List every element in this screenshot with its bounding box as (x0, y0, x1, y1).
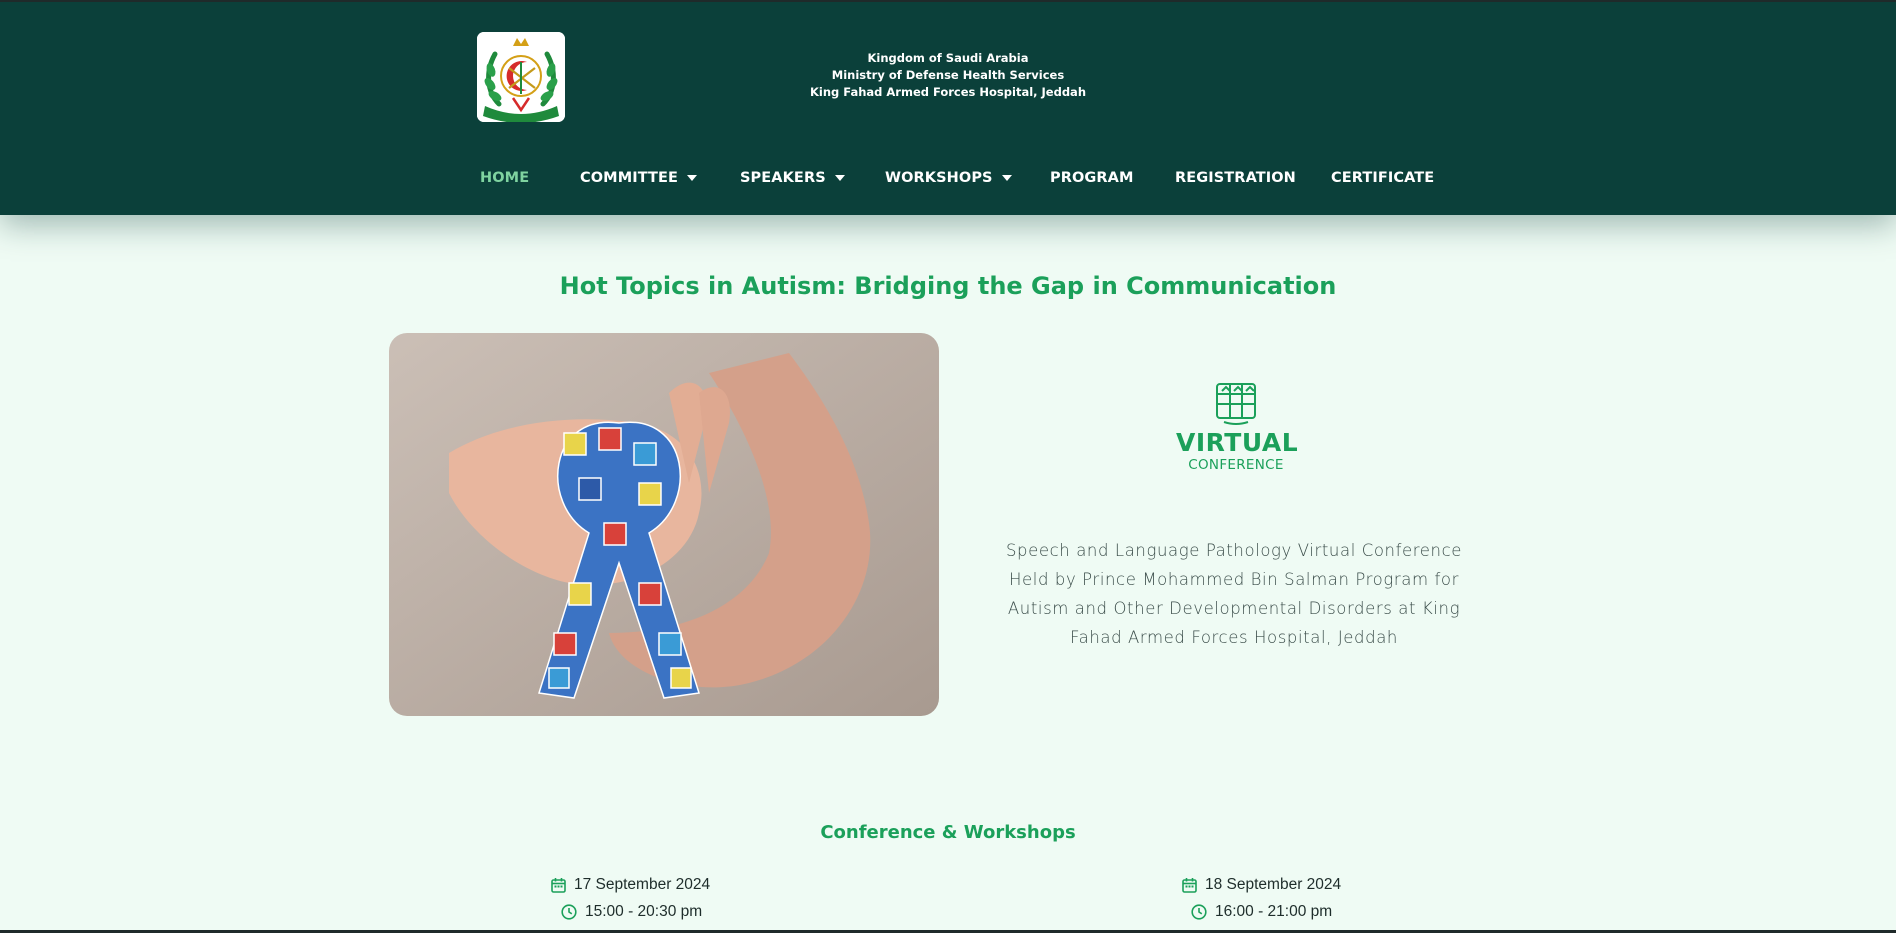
nav-workshops-label: WORKSHOPS (885, 170, 993, 186)
nav-committee[interactable]: COMMITTEE (580, 170, 698, 186)
org-hospital: King Fahad Armed Forces Hospital, Jeddah (809, 85, 1087, 99)
nav-speakers[interactable]: SPEAKERS (740, 170, 845, 186)
nav-home[interactable]: HOME (480, 170, 529, 186)
chevron-down-icon (1001, 175, 1012, 181)
top-edge (0, 0, 1896, 2)
conference-description: Speech and Language Pathology Virtual Co… (1005, 541, 1463, 647)
page-title: Hot Topics in Autism: Bridging the Gap i… (559, 272, 1337, 300)
day2-time-text: 16:00 - 21:00 pm (1215, 903, 1333, 920)
clock-icon (561, 904, 577, 920)
nav-program-label: PROGRAM (1050, 170, 1134, 186)
calendar-icon (551, 877, 566, 893)
day2-date-text: 18 September 2024 (1205, 876, 1342, 893)
military-emblem-icon (477, 32, 565, 122)
nav-certificate[interactable]: CERTIFICATE (1331, 170, 1434, 186)
vc-logo-line2: CONFERENCE (1188, 457, 1284, 473)
vc-logo-line1: VIRTUAL (1176, 428, 1299, 457)
section-title: Conference & Workshops (820, 822, 1076, 843)
virtual-conference-logo: VIRTUAL CONFERENCE (1176, 380, 1299, 480)
building-icon (1216, 383, 1256, 425)
nav-registration[interactable]: REGISTRATION (1175, 170, 1296, 186)
autism-ribbon-hands-icon (389, 333, 939, 716)
org-country: Kingdom of Saudi Arabia (867, 51, 1029, 65)
day2-time: 16:00 - 21:00 pm (1191, 903, 1332, 921)
nav-workshops[interactable]: WORKSHOPS (885, 170, 1012, 186)
autism-ribbon-photo (389, 333, 939, 716)
day1-time-text: 15:00 - 20:30 pm (585, 903, 703, 920)
org-ministry: Ministry of Defense Health Services (831, 68, 1065, 82)
day1-date-text: 17 September 2024 (574, 876, 711, 893)
day1-date: 17 September 2024 (551, 876, 710, 894)
day1-time: 15:00 - 20:30 pm (561, 903, 702, 921)
nav-speakers-label: SPEAKERS (740, 170, 826, 186)
organization-names: Kingdom of Saudi Arabia Ministry of Defe… (780, 50, 1116, 101)
nav-program[interactable]: PROGRAM (1050, 170, 1134, 186)
hospital-logo[interactable] (477, 32, 565, 122)
nav-certificate-label: CERTIFICATE (1331, 170, 1435, 186)
nav-committee-label: COMMITTEE (580, 170, 679, 186)
nav-home-label: HOME (480, 170, 530, 186)
calendar-icon (1182, 877, 1197, 893)
site-header: Kingdom of Saudi Arabia Ministry of Defe… (0, 0, 1896, 215)
day2-date: 18 September 2024 (1182, 876, 1341, 894)
clock-icon (1191, 904, 1207, 920)
chevron-down-icon (687, 175, 698, 181)
nav-registration-label: REGISTRATION (1175, 170, 1296, 186)
chevron-down-icon (834, 175, 845, 181)
